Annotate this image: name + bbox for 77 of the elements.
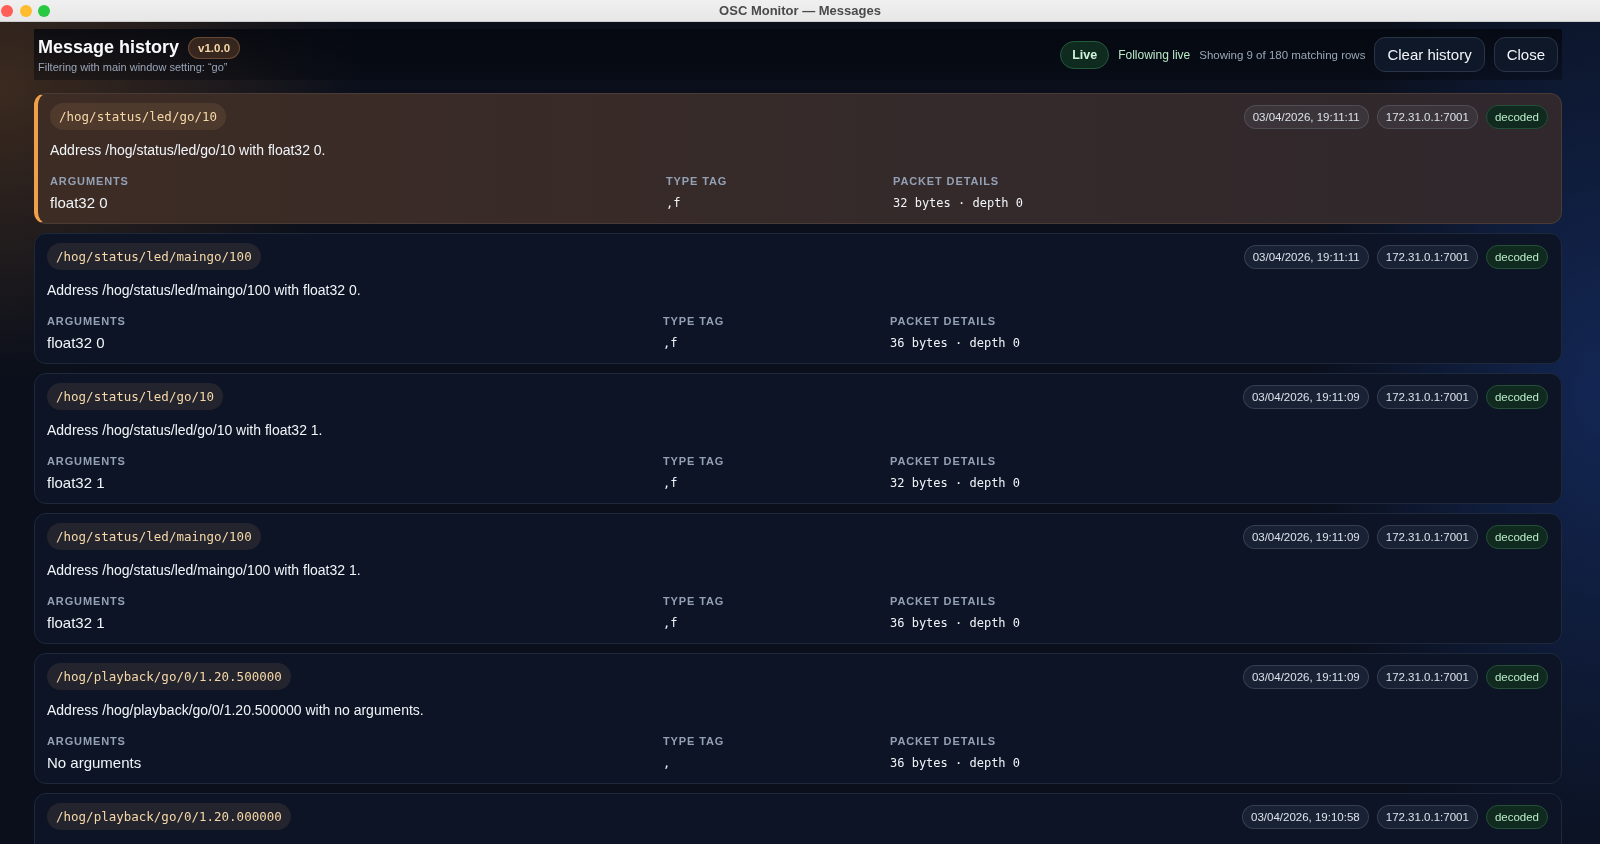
field-value: No arguments xyxy=(47,753,142,773)
address-tag: /hog/status/led/go/10 xyxy=(47,383,224,410)
close-button[interactable]: Close xyxy=(1493,37,1558,72)
message-description: Address /hog/status/led/maingo/100 with float32 1. xyxy=(47,561,362,580)
clear-history-button[interactable]: Clear history xyxy=(1374,37,1485,72)
address-tag: /hog/playback/go/0/1.20.000000 xyxy=(47,803,291,830)
message-description: Address /hog/status/led/maingo/100 with float32 0. xyxy=(47,281,362,300)
field-value: 36 bytes · depth 0 xyxy=(890,755,1021,772)
message-card[interactable]: /hog/status/led/go/10 03/04/2026, 19:11:11 172.31.0.1:7001 decoded Address /hog/status/led/go/10 with float32 0. ARGUMENTS float32 0 TYPE TAG ,f PACKET DETAILS 32 bytes · depth 0 xyxy=(34,93,1562,224)
address-tag: /hog/playback/go/0/1.20.500000 xyxy=(47,663,291,690)
row-count: Showing 9 of 180 matching rows xyxy=(1199,48,1366,61)
source-badge: 172.31.0.1:7001 xyxy=(1376,244,1478,269)
field-label: TYPE TAG xyxy=(663,314,725,328)
field-label: PACKET DETAILS xyxy=(890,594,997,608)
status-badge: decoded xyxy=(1485,664,1548,689)
field-label: PACKET DETAILS xyxy=(893,174,1000,188)
field-label: ARGUMENTS xyxy=(50,174,129,188)
filter-subtitle: Filtering with main window setting: “go” xyxy=(38,59,229,74)
source-badge: 172.31.0.1:7001 xyxy=(1376,804,1478,829)
timestamp-badge: 03/04/2026, 19:11:11 xyxy=(1243,244,1369,269)
field-value: ,f xyxy=(666,195,681,212)
field-value: , xyxy=(663,755,671,772)
field-label: ARGUMENTS xyxy=(47,594,126,608)
field-value: ,f xyxy=(663,615,678,632)
window-title: OSC Monitor — Messages xyxy=(719,3,881,18)
version-badge: v1.0.0 xyxy=(188,36,241,59)
field-label: TYPE TAG xyxy=(663,594,725,608)
field-label: PACKET DETAILS xyxy=(890,734,997,748)
status-badge: decoded xyxy=(1485,104,1548,129)
field-value: float32 0 xyxy=(47,333,105,353)
status-badge: decoded xyxy=(1485,804,1548,829)
field-value: 32 bytes · depth 0 xyxy=(893,195,1024,212)
page-title: Message history xyxy=(38,37,180,58)
field-value: 36 bytes · depth 0 xyxy=(890,615,1021,632)
window-minimize-button[interactable] xyxy=(19,4,32,17)
field-label: PACKET DETAILS xyxy=(890,454,997,468)
follow-status: Following live xyxy=(1118,47,1191,62)
field-label: TYPE TAG xyxy=(666,174,728,188)
timestamp-badge: 03/04/2026, 19:11:09 xyxy=(1242,384,1369,409)
field-value: float32 0 xyxy=(50,193,108,213)
field-label: ARGUMENTS xyxy=(47,314,126,328)
field-value: 36 bytes · depth 0 xyxy=(890,335,1021,352)
message-card[interactable]: /hog/status/led/maingo/100 03/04/2026, 19:11:11 172.31.0.1:7001 decoded Address /hog/status/led/maingo/100 with float32 0. ARGUMENTS float32 0 TYPE TAG ,f PACKET DETAILS 36 bytes · depth 0 xyxy=(34,233,1562,364)
message-card[interactable]: /hog/status/led/go/10 03/04/2026, 19:11:09 172.31.0.1:7001 decoded Address /hog/status/led/go/10 with float32 1. ARGUMENTS float32 1 TYPE TAG ,f PACKET DETAILS 32 bytes · depth 0 xyxy=(34,373,1562,504)
window-zoom-button[interactable] xyxy=(38,4,50,17)
source-badge: 172.31.0.1:7001 xyxy=(1376,104,1478,129)
field-value: 32 bytes · depth 0 xyxy=(890,475,1021,492)
window-close-button[interactable] xyxy=(1,4,13,17)
message-description: Address /hog/status/led/go/10 with float32 1. xyxy=(47,421,324,440)
field-value: ,f xyxy=(663,475,678,492)
source-badge: 172.31.0.1:7001 xyxy=(1376,384,1478,409)
message-card[interactable]: /hog/status/led/maingo/100 03/04/2026, 19:11:09 172.31.0.1:7001 decoded Address /hog/status/led/maingo/100 with float32 1. ARGUMENTS float32 1 TYPE TAG ,f PACKET DETAILS 36 bytes · depth 0 xyxy=(34,513,1562,644)
field-value: float32 1 xyxy=(47,613,105,633)
field-label: PACKET DETAILS xyxy=(890,314,997,328)
field-label: TYPE TAG xyxy=(663,454,725,468)
timestamp-badge: 03/04/2026, 19:11:09 xyxy=(1242,524,1369,549)
address-tag: /hog/status/led/maingo/100 xyxy=(47,523,261,550)
message-description: Address /hog/status/led/go/10 with float32 0. xyxy=(50,141,327,160)
address-tag: /hog/status/led/maingo/100 xyxy=(47,243,261,270)
message-description: Address /hog/playback/go/0/1.20.500000 with no arguments. xyxy=(47,701,425,720)
field-value: float32 1 xyxy=(47,473,105,493)
status-badge: decoded xyxy=(1485,244,1548,269)
message-card[interactable]: /hog/playback/go/0/1.20.000000 03/04/2026, 19:10:58 172.31.0.1:7001 decoded xyxy=(34,793,1562,844)
field-label: ARGUMENTS xyxy=(47,734,126,748)
message-card[interactable] xyxy=(34,653,1562,784)
field-value: ,f xyxy=(663,335,678,352)
timestamp-badge: 03/04/2026, 19:11:11 xyxy=(1243,104,1369,129)
source-badge: 172.31.0.1:7001 xyxy=(1376,664,1478,689)
status-badge: decoded xyxy=(1485,384,1548,409)
timestamp-badge: 03/04/2026, 19:11:09 xyxy=(1242,664,1369,689)
source-badge: 172.31.0.1:7001 xyxy=(1376,524,1478,549)
field-label: ARGUMENTS xyxy=(47,454,126,468)
timestamp-badge: 03/04/2026, 19:10:58 xyxy=(1242,804,1369,829)
live-badge: Live xyxy=(1060,40,1110,69)
status-badge: decoded xyxy=(1485,524,1548,549)
address-tag: /hog/status/led/go/10 xyxy=(50,103,227,130)
field-label: TYPE TAG xyxy=(663,734,725,748)
